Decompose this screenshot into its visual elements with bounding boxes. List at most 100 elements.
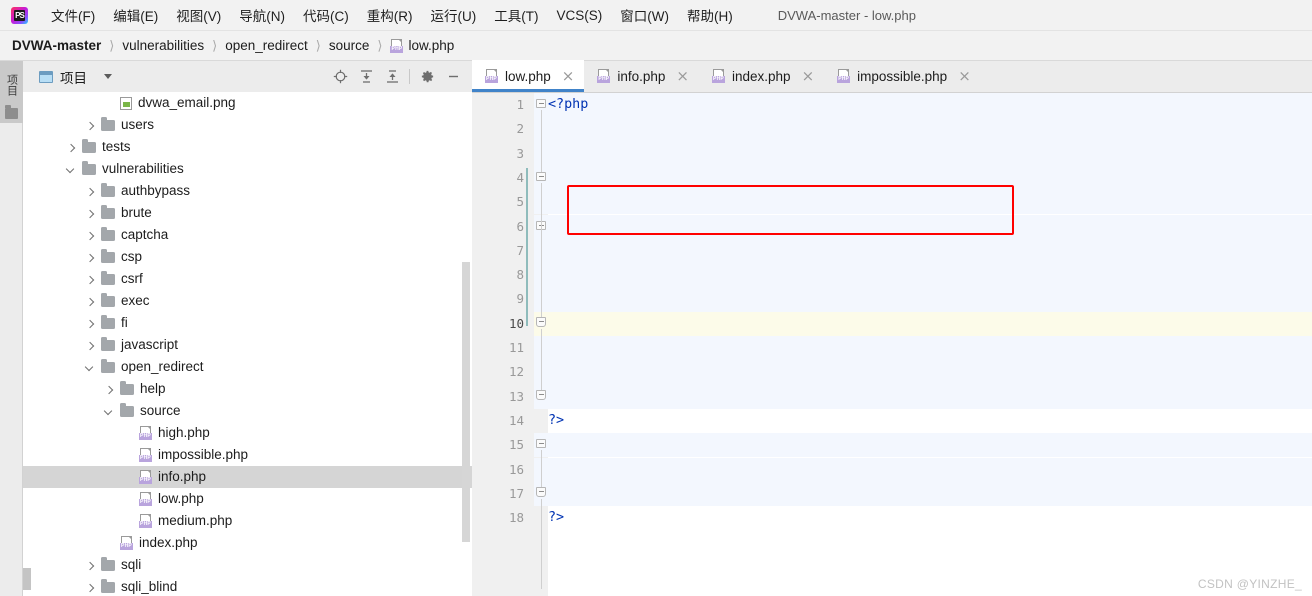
folder-icon — [82, 160, 96, 175]
tree-item-help[interactable]: help — [23, 378, 472, 400]
minimize-icon[interactable] — [440, 64, 466, 90]
tab-low-php[interactable]: PHP low.php × — [472, 60, 585, 92]
menu-code[interactable]: 代码(C) — [294, 3, 358, 27]
fold-marker-line-17[interactable] — [536, 487, 547, 498]
tree-item-sqli[interactable]: sqli — [23, 554, 472, 576]
tree-item-vulnerabilities[interactable]: vulnerabilities — [23, 158, 472, 180]
menu-navigate[interactable]: 导航(N) — [230, 3, 294, 27]
tree-item-open-redirect[interactable]: open_redirect — [23, 356, 472, 378]
fold-marker-line-4[interactable] — [536, 172, 547, 183]
tab-info-php[interactable]: PHP info.php × — [584, 60, 699, 92]
breadcrumb-item-project[interactable]: DVWA-master — [12, 38, 101, 53]
tree-item-label: high.php — [158, 425, 210, 440]
breadcrumb-item-file[interactable]: PHP low.php — [390, 38, 454, 53]
left-tool-strip: 项目 — [0, 61, 23, 596]
tree-item-info-php[interactable]: PHP info.php — [23, 466, 472, 488]
menu-run[interactable]: 运行(U) — [422, 3, 486, 27]
line-number: 17 — [508, 485, 524, 501]
tree-item-javascript[interactable]: javascript — [23, 334, 472, 356]
tree-item-brute[interactable]: brute — [23, 202, 472, 224]
fold-region-line — [540, 110, 542, 172]
chevron-right-icon[interactable] — [86, 209, 95, 218]
chevron-right-icon[interactable] — [86, 187, 95, 196]
breadcrumb-item-open-redirect[interactable]: open_redirect — [225, 38, 308, 53]
tree-item-label: authbypass — [121, 183, 191, 198]
chevron-right-icon[interactable] — [67, 143, 76, 152]
tree-item-dvwa-email-png[interactable]: dvwa_email.png — [23, 92, 472, 114]
menu-tools[interactable]: 工具(T) — [485, 3, 547, 27]
menu-view[interactable]: 视图(V) — [167, 3, 230, 27]
tree-item-users[interactable]: users — [23, 114, 472, 136]
menu-vcs[interactable]: VCS(S) — [548, 6, 612, 25]
tab-impossible-php[interactable]: PHP impossible.php × — [824, 60, 981, 92]
menu-refactor[interactable]: 重构(R) — [358, 3, 422, 27]
expand-all-icon[interactable] — [353, 64, 379, 90]
line-number: 16 — [508, 461, 524, 477]
tree-item-medium-php[interactable]: PHP medium.php — [23, 510, 472, 532]
tree-item-sqli-blind[interactable]: sqli_blind — [23, 576, 472, 596]
chevron-right-icon[interactable] — [86, 297, 95, 306]
close-icon[interactable]: × — [676, 69, 689, 84]
tree-item-label: vulnerabilities — [102, 161, 184, 176]
locate-icon[interactable] — [327, 64, 353, 90]
chevron-right-icon[interactable] — [86, 121, 95, 130]
menu-file[interactable]: 文件(F) — [42, 3, 104, 27]
close-icon[interactable]: × — [562, 69, 575, 84]
code-editor[interactable]: 1<?php 2 3 4 if (array_key_exists ( key:… — [472, 93, 1312, 596]
chevron-right-icon[interactable] — [86, 275, 95, 284]
project-tree-scrollbar-thumb[interactable] — [23, 568, 31, 590]
project-tree-scrollbar[interactable] — [462, 262, 470, 542]
close-icon[interactable]: × — [958, 69, 971, 84]
tree-item-captcha[interactable]: captcha — [23, 224, 472, 246]
chevron-right-icon[interactable] — [86, 341, 95, 350]
folder-icon — [120, 402, 134, 417]
close-icon[interactable]: × — [802, 69, 815, 84]
menu-help[interactable]: 帮助(H) — [678, 3, 742, 27]
tab-index-php[interactable]: PHP index.php × — [699, 60, 824, 92]
project-panel-title-group[interactable]: 项目 — [39, 67, 112, 87]
fold-marker-line-13[interactable] — [536, 390, 547, 401]
gear-icon[interactable] — [414, 64, 440, 90]
tree-item-low-php[interactable]: PHP low.php — [23, 488, 472, 510]
tree-item-csrf[interactable]: csrf — [23, 268, 472, 290]
breadcrumb-item-source[interactable]: source — [329, 38, 370, 53]
chevron-down-icon[interactable] — [105, 407, 114, 416]
chevron-down-icon[interactable] — [86, 363, 95, 372]
menu-edit[interactable]: 编辑(E) — [104, 3, 167, 27]
chevron-right-icon[interactable] — [105, 385, 114, 394]
tree-item-label: dvwa_email.png — [138, 95, 236, 110]
tree-item-index-php[interactable]: PHP index.php — [23, 532, 472, 554]
tree-item-csp[interactable]: csp — [23, 246, 472, 268]
line-number: 6 — [516, 218, 524, 234]
menu-bar[interactable]: 文件(F) 编辑(E) 视图(V) 导航(N) 代码(C) 重构(R) 运行(U… — [42, 3, 742, 27]
chevron-right-icon[interactable] — [86, 561, 95, 570]
breadcrumb-item-vulnerabilities[interactable]: vulnerabilities — [122, 38, 204, 53]
chevron-down-icon[interactable] — [67, 165, 76, 174]
tree-item-label: exec — [121, 293, 150, 308]
code-line: 1 <?php — [472, 93, 1312, 118]
breadcrumb-separator-icon: ⟩ — [109, 37, 115, 53]
tree-item-high-php[interactable]: PHP high.php — [23, 422, 472, 444]
chevron-right-icon[interactable] — [86, 253, 95, 262]
chevron-down-icon[interactable] — [104, 74, 112, 79]
line-number: 3 — [516, 145, 524, 161]
project-tree[interactable]: dvwa_email.pngusers tests vulnerabilities a… — [23, 92, 472, 596]
code-line: 14 <p>Missing redirect target.</p> — [472, 409, 1312, 452]
fold-marker-line-15[interactable] — [536, 439, 547, 450]
tree-item-fi[interactable]: fi — [23, 312, 472, 334]
fold-marker-line-10[interactable] — [536, 317, 547, 328]
tree-item-exec[interactable]: exec — [23, 290, 472, 312]
menu-window[interactable]: 窗口(W) — [611, 3, 678, 27]
tree-item-authbypass[interactable]: authbypass — [23, 180, 472, 202]
chevron-right-icon[interactable] — [86, 319, 95, 328]
tree-item-source[interactable]: source — [23, 400, 472, 422]
tree-item-tests[interactable]: tests — [23, 136, 472, 158]
folder-icon[interactable] — [5, 105, 18, 119]
chevron-right-icon[interactable] — [86, 583, 95, 592]
collapse-all-icon[interactable] — [379, 64, 405, 90]
chevron-right-icon[interactable] — [86, 231, 95, 240]
fold-marker-line-6[interactable] — [536, 221, 547, 232]
fold-marker-line-1[interactable] — [536, 99, 547, 110]
tree-item-label: brute — [121, 205, 152, 220]
tree-item-impossible-php[interactable]: PHP impossible.php — [23, 444, 472, 466]
